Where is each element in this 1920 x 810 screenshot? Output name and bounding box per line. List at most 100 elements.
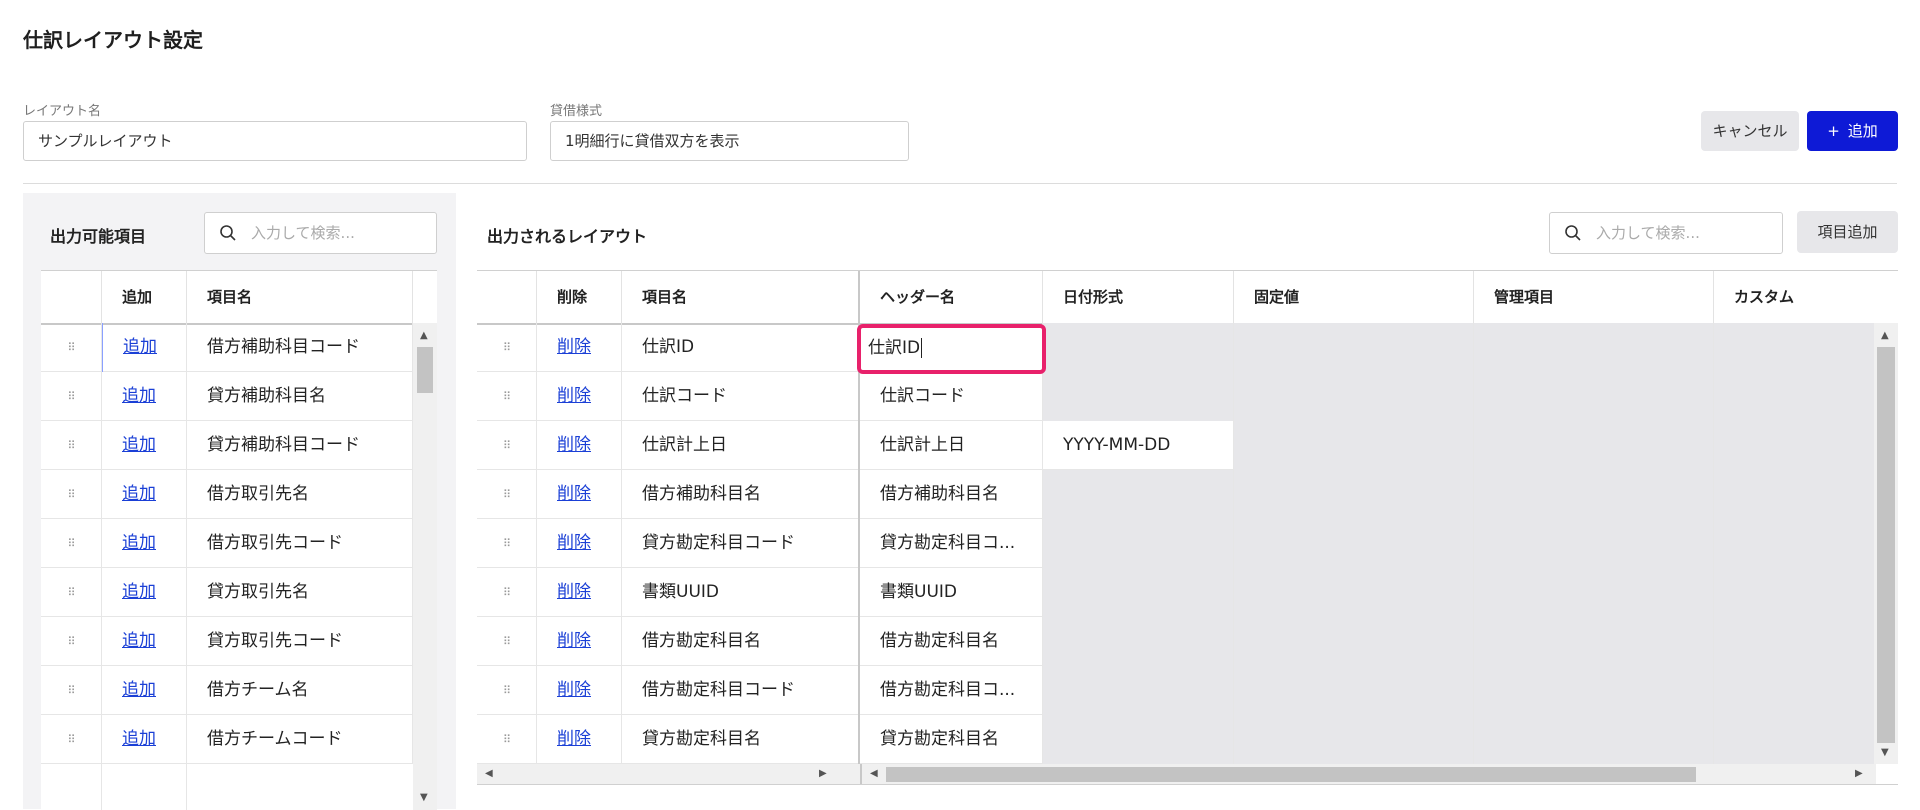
drag-handle-icon[interactable]: ⠿ (41, 568, 102, 617)
table-row: ⠿ 削除 借方勘定科目名 借方勘定科目名 (477, 617, 1874, 666)
add-link[interactable]: 追加 (102, 323, 187, 372)
item-name: 貸方勘定科目コード (622, 519, 860, 568)
add-button[interactable]: + 追加 (1807, 111, 1898, 151)
header-name-cell[interactable]: 借方勘定科目コ... (860, 666, 1043, 715)
add-link[interactable]: 追加 (102, 372, 187, 421)
header-fixed-value: 固定値 (1234, 271, 1474, 323)
delete-link[interactable]: 削除 (537, 666, 622, 715)
custom-cell (1714, 715, 1874, 764)
fixed-value-cell (1234, 568, 1474, 617)
output-layout-search-input[interactable]: 入力して検索... (1549, 212, 1783, 254)
drag-handle-icon[interactable]: ⠿ (477, 519, 537, 568)
item-name: 借方勘定科目名 (622, 617, 860, 666)
item-name: 貸方取引先名 (187, 568, 413, 617)
scrollbar-thumb[interactable] (886, 767, 1696, 782)
horizontal-scrollbar[interactable]: ◀ ▶ (860, 764, 1876, 785)
fixed-value-cell (1234, 666, 1474, 715)
header-header-name: ヘッダー名 (860, 271, 1043, 323)
table-row: ⠿ 削除 仕訳コード 仕訳コード (477, 372, 1874, 421)
fixed-value-cell (1234, 470, 1474, 519)
drag-handle-icon[interactable]: ⠿ (41, 372, 102, 421)
drag-handle-icon[interactable]: ⠿ (477, 715, 537, 764)
custom-cell (1714, 666, 1874, 715)
header-custom: カスタム (1734, 288, 1795, 306)
fixed-value-cell (1234, 617, 1474, 666)
vertical-scrollbar[interactable]: ▲ ▼ (1874, 323, 1898, 764)
table-row: ⠿ 追加 貸方補助科目コード (41, 421, 413, 470)
delete-link[interactable]: 削除 (537, 519, 622, 568)
delete-link[interactable]: 削除 (537, 421, 622, 470)
drag-handle-icon[interactable]: ⠿ (41, 715, 102, 764)
available-items-panel: 出力可能項目 入力して検索... 追加 項目名 ⠿ 追加 借方補助科目コード ⠿… (23, 193, 456, 810)
delete-link[interactable]: 削除 (537, 568, 622, 617)
horizontal-scrollbar-frozen[interactable]: ◀ ▶ (477, 764, 860, 785)
management-item-cell (1474, 421, 1714, 470)
header-name-cell[interactable]: 貸方勘定科目名 (860, 715, 1043, 764)
header-management-item: 管理項目 (1474, 271, 1714, 323)
scroll-up-icon[interactable]: ▲ (1881, 331, 1889, 341)
add-link[interactable]: 追加 (102, 421, 187, 470)
cancel-button[interactable]: キャンセル (1701, 111, 1799, 151)
drag-handle-icon[interactable]: ⠿ (41, 666, 102, 715)
scroll-down-icon[interactable]: ▼ (420, 793, 428, 803)
layout-name-label: レイアウト名 (23, 104, 102, 119)
date-format-cell[interactable]: YYYY-MM-DD (1043, 421, 1234, 470)
add-item-button[interactable]: 項目追加 (1797, 211, 1898, 253)
scroll-right-icon[interactable]: ▶ (819, 769, 827, 779)
add-link[interactable]: 追加 (102, 666, 187, 715)
drag-handle-icon[interactable]: ⠿ (477, 372, 537, 421)
header-name-cell[interactable]: 仕訳コード (860, 372, 1043, 421)
scroll-up-icon[interactable]: ▲ (420, 331, 428, 341)
table-row (41, 764, 413, 810)
scroll-down-icon[interactable]: ▼ (1881, 748, 1889, 758)
table-row: ⠿ 削除 貸方勘定科目コード 貸方勘定科目コ... (477, 519, 1874, 568)
drag-handle-icon[interactable]: ⠿ (477, 617, 537, 666)
drag-handle-icon[interactable]: ⠿ (477, 666, 537, 715)
delete-link[interactable]: 削除 (537, 372, 622, 421)
drag-handle-icon[interactable]: ⠿ (41, 323, 102, 372)
layout-name-input[interactable]: サンプルレイアウト (23, 121, 527, 161)
table-row: ⠿ 削除 借方補助科目名 借方補助科目名 (477, 470, 1874, 519)
item-name: 借方補助科目名 (622, 470, 860, 519)
table-row: ⠿ 追加 貸方補助科目名 (41, 372, 413, 421)
delete-link[interactable]: 削除 (537, 323, 622, 372)
drag-handle-icon[interactable]: ⠿ (41, 421, 102, 470)
scroll-left-icon[interactable]: ◀ (485, 769, 493, 779)
drag-handle-icon[interactable]: ⠿ (477, 568, 537, 617)
header-name-edit-input[interactable]: 仕訳ID (857, 324, 1046, 374)
scrollbar-thumb[interactable] (417, 347, 433, 393)
add-link[interactable]: 追加 (102, 519, 187, 568)
delete-link[interactable]: 削除 (537, 715, 622, 764)
header-name-cell[interactable]: 借方補助科目名 (860, 470, 1043, 519)
vertical-scrollbar[interactable]: ▲ ▼ (413, 323, 437, 810)
drag-handle-icon[interactable]: ⠿ (41, 470, 102, 519)
header-name-cell[interactable]: 仕訳計上日 (860, 421, 1043, 470)
fixed-value-cell (1234, 421, 1474, 470)
scrollbar-thumb[interactable] (1877, 347, 1895, 743)
table-row: ⠿ 追加 貸方取引先コード (41, 617, 413, 666)
scroll-right-icon[interactable]: ▶ (1855, 769, 1863, 779)
item-name: 借方補助科目コード (187, 323, 413, 372)
add-link[interactable]: 追加 (102, 568, 187, 617)
item-name: 借方取引先コード (187, 519, 413, 568)
delete-link[interactable]: 削除 (537, 617, 622, 666)
header-date-format: 日付形式 (1043, 271, 1234, 323)
header-name-cell[interactable]: 借方勘定科目名 (860, 617, 1043, 666)
header-name-cell[interactable]: 書類UUID (860, 568, 1043, 617)
drag-handle-icon[interactable]: ⠿ (477, 421, 537, 470)
drag-handle-icon[interactable]: ⠿ (477, 323, 537, 372)
output-layout-table: 削除 項目名 ヘッダー名 日付形式 固定値 管理項目 カスタム ⠿ 削除 仕訳I… (477, 270, 1898, 785)
available-items-search-input[interactable]: 入力して検索... (204, 212, 437, 254)
add-link[interactable]: 追加 (102, 470, 187, 519)
table-header: 削除 項目名 ヘッダー名 日付形式 固定値 管理項目 カスタム (477, 271, 1898, 325)
add-link[interactable]: 追加 (102, 715, 187, 764)
add-link[interactable]: 追加 (102, 617, 187, 666)
debit-credit-format-select[interactable]: 1明細行に貸借双方を表示 (550, 121, 909, 161)
header-delete: 削除 (537, 271, 622, 323)
delete-link[interactable]: 削除 (537, 470, 622, 519)
scroll-left-icon[interactable]: ◀ (870, 769, 878, 779)
drag-handle-icon[interactable]: ⠿ (477, 470, 537, 519)
drag-handle-icon[interactable]: ⠿ (41, 519, 102, 568)
drag-handle-icon[interactable]: ⠿ (41, 617, 102, 666)
header-name-cell[interactable]: 貸方勘定科目コ... (860, 519, 1043, 568)
